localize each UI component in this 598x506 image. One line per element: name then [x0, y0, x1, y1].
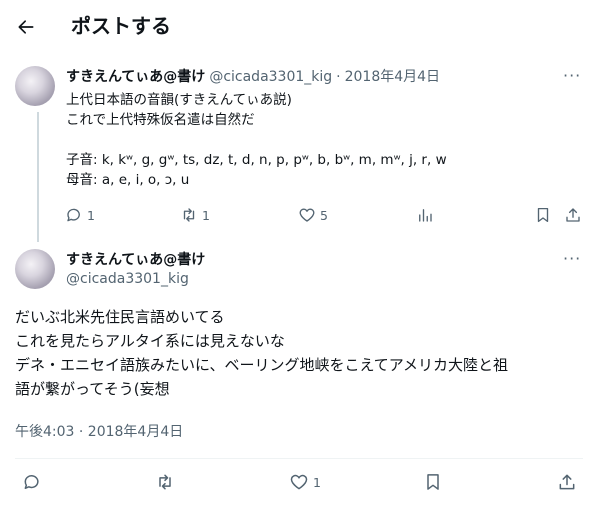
- separator: ·: [336, 69, 341, 85]
- like-count: 1: [313, 474, 321, 490]
- share-button[interactable]: [564, 206, 582, 224]
- repost-icon: [159, 474, 171, 490]
- post-line: 語が繋がってそう(妄想: [15, 380, 170, 398]
- bookmark-button[interactable]: [423, 472, 443, 492]
- post-line: 上代日本語の音韻(すきえんてぃあ説): [66, 92, 292, 108]
- post-line: 子音: k, kʷ, g, gʷ, ts, dz, t, d, n, p, pʷ…: [66, 152, 447, 168]
- reply-button[interactable]: [22, 472, 42, 492]
- bookmark-icon: [427, 474, 439, 490]
- divider: [15, 458, 583, 459]
- thread-connector-line: [37, 112, 39, 242]
- handle[interactable]: @cicada3301_kig: [209, 69, 332, 85]
- reply-icon: [67, 208, 80, 222]
- avatar[interactable]: [15, 249, 55, 289]
- post-timestamp[interactable]: 午後4:03 · 2018年4月4日: [15, 421, 183, 441]
- reply-button[interactable]: 1: [65, 206, 95, 224]
- more-options-button[interactable]: ···: [563, 249, 581, 268]
- page-title: ポストする: [71, 14, 171, 38]
- post-date[interactable]: 2018年4月4日: [345, 66, 440, 86]
- main-post-text: だいぶ北米先住民言語めいてる これを見たらアルタイ系には見えないな デネ・エニセ…: [15, 305, 508, 401]
- heart-icon: [290, 474, 308, 490]
- post-line: 母音: a, e, i, o, ɔ, u: [66, 172, 190, 188]
- repost-button[interactable]: [155, 472, 175, 492]
- share-button[interactable]: [557, 472, 577, 492]
- views-button[interactable]: [416, 206, 434, 224]
- like-count: 5: [320, 207, 328, 223]
- handle[interactable]: @cicada3301_kig: [66, 271, 189, 287]
- bookmark-button[interactable]: [534, 206, 552, 224]
- display-name[interactable]: すきえんてぃあ@書け: [66, 249, 205, 269]
- post-line: これを見たらアルタイ系には見えないな: [15, 332, 285, 350]
- repost-icon: [183, 208, 195, 222]
- repost-count: 1: [202, 207, 210, 223]
- reply-count: 1: [87, 207, 95, 223]
- arrow-left-icon: [18, 20, 34, 34]
- heart-icon: [299, 208, 315, 222]
- post-line: デネ・エニセイ語族みたいに、ベーリング地峡をこえてアメリカ大陸と祖: [15, 356, 509, 374]
- parent-post-text: 上代日本語の音韻(すきえんてぃあ説) これで上代特殊仮名遣は自然だ 子音: k,…: [66, 90, 447, 190]
- repost-button[interactable]: 1: [180, 206, 210, 224]
- share-icon: [559, 474, 575, 490]
- parent-post-header: すきえんてぃあ@書け @cicada3301_kig · 2018年4月4日: [66, 66, 440, 86]
- display-name[interactable]: すきえんてぃあ@書け: [66, 66, 205, 86]
- share-icon: [566, 208, 580, 222]
- like-button[interactable]: 1: [289, 472, 321, 492]
- avatar[interactable]: [15, 66, 55, 106]
- analytics-icon: [419, 209, 432, 222]
- post-line: これで上代特殊仮名遣は自然だ: [66, 112, 255, 128]
- reply-icon: [24, 475, 39, 489]
- more-options-button[interactable]: ···: [563, 66, 581, 85]
- post-line: [66, 130, 447, 150]
- back-button[interactable]: [14, 15, 38, 39]
- like-button[interactable]: 5: [298, 206, 328, 224]
- bookmark-icon: [537, 207, 549, 223]
- post-line: だいぶ北米先住民言語めいてる: [15, 308, 225, 326]
